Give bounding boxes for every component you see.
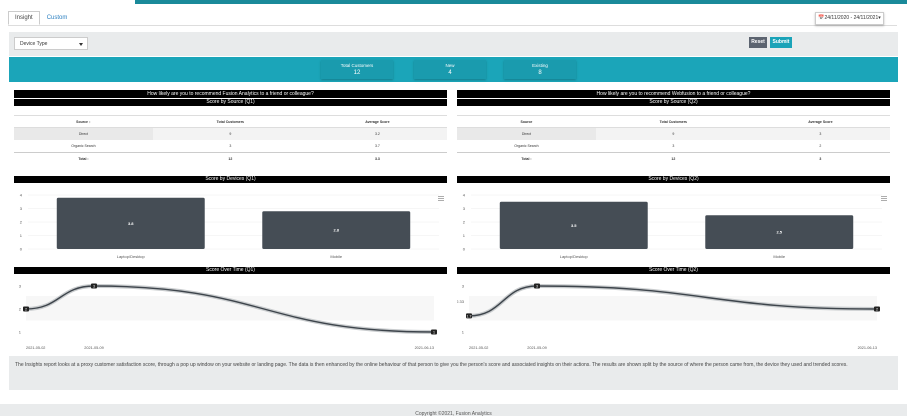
x-tick-label: 2021-05-02 <box>26 346 45 350</box>
y-tick-label: 1 <box>19 330 22 335</box>
over-time-chart-q1: Score Over Time (Q1) 1 2 3 2 2021-05-02 3 2021… <box>14 266 447 357</box>
table-total-row: Total : 12 3 <box>457 152 890 165</box>
line-chart-svg: 1 2 3 2 2021-05-02 3 2021-05-09 1 2021-06-13 <box>19 283 437 350</box>
filter-bar: Device Type Reset Submit <box>9 32 898 56</box>
sort-icon[interactable]: ↕ <box>89 120 91 124</box>
y-tick-label: 0 <box>20 247 23 252</box>
kpi-total-customers: Total Customers 12 <box>321 60 393 79</box>
y-tick-label: 1 <box>20 233 23 238</box>
kpi-label: Existing <box>532 63 548 68</box>
data-label: 3 <box>536 284 538 288</box>
x-tick-label: 2021-05-02 <box>469 346 488 350</box>
kpi-new: New 4 <box>414 60 486 79</box>
question-heading: How likely are you to recommend Webfusio… <box>457 90 890 98</box>
table-total-row: Total : 12 3.3 <box>14 152 447 165</box>
tab-custom[interactable]: Custom <box>40 11 75 25</box>
y-tick-label: 2 <box>19 307 22 312</box>
kpi-value: 8 <box>538 70 542 76</box>
panel-q1: How likely are you to recommend Fusion A… <box>14 90 447 165</box>
tab-insight[interactable]: Insight <box>8 11 40 25</box>
column-header-average[interactable]: Average Score <box>750 115 890 128</box>
over-time-chart-q2: Score Over Time (Q2) 1 2.33 3 1.7 2021-05-02… <box>456 266 890 357</box>
bar-value-label: 2.8 <box>333 228 339 233</box>
top-accent-bar <box>0 0 907 4</box>
x-tick-label: Laptop/Desktop <box>117 254 146 259</box>
table-row: Organic Search 3 2 <box>514 144 822 148</box>
kpi-bar: Total Customers 12 New 4 Existing 8 <box>9 57 898 82</box>
x-tick-label: 2021-05-09 <box>84 346 103 350</box>
y-tick-label: 3 <box>462 284 465 289</box>
chevron-down-icon <box>79 43 83 46</box>
y-tick-label: 4 <box>20 193 23 198</box>
kpi-value: 4 <box>448 70 452 76</box>
bar-value-label: 2.5 <box>776 230 782 235</box>
table-row: Direct 9 3.2 <box>14 127 447 140</box>
bar-chart-svg: 0 1 2 3 4 3.8 Laptop/Desktop 2.8 Mobile <box>20 193 444 259</box>
x-tick-label: Mobile <box>330 254 343 259</box>
y-tick-label: 1 <box>463 233 466 238</box>
column-header-total[interactable]: Total Customers <box>152 115 308 128</box>
chart-title: Score Over Time (Q2) <box>457 267 890 274</box>
kpi-value: 12 <box>353 70 361 76</box>
y-tick-label: 1 <box>462 330 465 335</box>
date-range-picker[interactable]: 📅24/11/2020 - 24/11/2021▾ <box>815 12 884 25</box>
column-header-average[interactable]: Average Score <box>307 115 447 128</box>
data-label: 2 <box>876 307 878 311</box>
y-tick-label: 2 <box>463 220 466 225</box>
y-tick-label: 4 <box>463 193 466 198</box>
menu-icon[interactable] <box>438 196 444 201</box>
insights-description: The Insights report looks at a proxy cus… <box>9 356 898 390</box>
y-tick-label: 2 <box>20 220 23 225</box>
score-by-source-table: Source Total Customers Average Score Dir… <box>457 115 890 165</box>
data-label: 2 <box>25 307 27 311</box>
submit-button[interactable]: Submit <box>770 37 792 48</box>
data-label: 1.7 <box>467 314 472 318</box>
chart-title: Score by Devices (Q2) <box>457 176 890 183</box>
tab-bar: Insight Custom <box>8 11 74 25</box>
chart-title: Score Over Time (Q1) <box>14 267 447 274</box>
x-tick-label: Mobile <box>773 254 786 259</box>
tab-divider <box>8 25 897 26</box>
bar-value-label: 3.8 <box>128 221 134 226</box>
line-chart-svg: 1 2.33 3 1.7 2021-05-02 3 2021-05-09 2 2021-06-1… <box>456 283 880 350</box>
y-tick-label: 2.33 <box>457 299 465 304</box>
chart-title: Score by Devices (Q1) <box>14 176 447 183</box>
column-header-total[interactable]: Total Customers <box>595 115 751 128</box>
table-row: Direct 9 3 <box>457 127 890 140</box>
bar-chart-svg: 0 1 2 3 4 3.5 Laptop/Desktop 2.5 Mobile <box>463 193 887 259</box>
copyright-text: Copyright ©2021, Fusion Analytics <box>415 411 492 417</box>
devices-chart-q2: Score by Devices (Q2) 0 1 2 3 4 3.5 Laptop/Des… <box>457 175 890 266</box>
x-tick-label: 2021-06-13 <box>858 346 877 350</box>
kpi-existing: Existing 8 <box>504 60 576 79</box>
bar-value-label: 3.5 <box>571 223 577 228</box>
data-label: 3 <box>93 284 95 288</box>
x-tick-label: 2021-06-13 <box>415 346 434 350</box>
y-tick-label: 0 <box>463 247 466 252</box>
devices-chart-q1: Score by Devices (Q1) 0 1 2 3 4 3.8 Laptop/Des… <box>14 175 447 266</box>
table-row: Organic Search 3 3.7 <box>71 144 380 148</box>
x-tick-label: Laptop/Desktop <box>560 254 589 259</box>
y-tick-label: 3 <box>19 284 22 289</box>
section-title: Score by Source (Q1) <box>14 99 447 106</box>
panel-q2: How likely are you to recommend Webfusio… <box>457 90 890 165</box>
kpi-label: Total Customers <box>340 63 374 68</box>
score-by-source-table: Source ↕ Total Customers Average Score D… <box>14 115 447 165</box>
column-header-source[interactable]: Source <box>457 115 596 128</box>
y-tick-label: 3 <box>463 206 466 211</box>
device-type-select[interactable]: Device Type <box>14 37 88 50</box>
device-type-select-label: Device Type <box>20 41 48 47</box>
kpi-label: New <box>445 63 455 68</box>
data-label: 1 <box>433 330 435 334</box>
menu-icon[interactable] <box>881 196 887 201</box>
reset-button[interactable]: Reset <box>749 37 767 48</box>
question-heading: How likely are you to recommend Fusion A… <box>14 90 447 98</box>
column-header-source[interactable]: Source ↕ <box>14 115 153 128</box>
x-tick-label: 2021-05-09 <box>527 346 546 350</box>
y-tick-label: 3 <box>20 206 23 211</box>
section-title: Score by Source (Q2) <box>457 99 890 106</box>
